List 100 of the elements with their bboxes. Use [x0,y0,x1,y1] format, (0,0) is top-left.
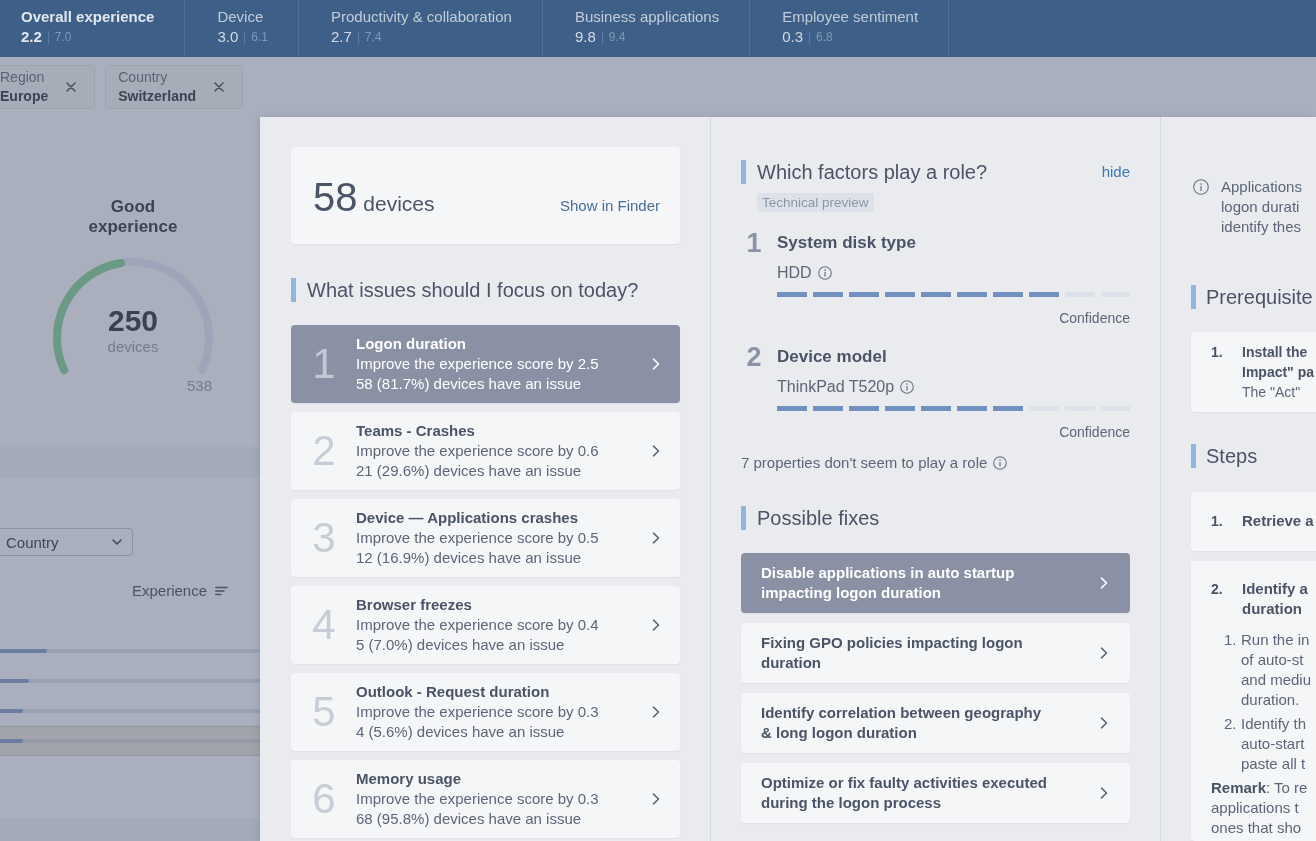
fix-card[interactable]: Identify correlation between geography & long logon duration [741,693,1130,753]
step-title-line: Impact" pa [1242,363,1314,382]
fix-title: Disable applications in auto startup impacting logon duration [761,563,1016,603]
issue-affected: 68 (95.8%) devices have an issue [356,809,583,829]
issue-impact: Improve the experience score by 0.3 [356,789,600,809]
issue-title: Browser freezes [356,595,473,615]
device-count: 58 devices [313,175,435,219]
issue-title: Memory usage [356,769,463,789]
info-text-line: logon durati [1221,197,1301,217]
chevron-right-icon [652,619,660,631]
step-text-line: The "Act" [1242,383,1302,402]
substep-text-line: Run the in [1241,630,1311,650]
filter-label: Region [0,68,46,87]
issue-title: Outlook - Request duration [356,682,551,702]
chevron-right-icon [1100,647,1108,659]
section-heading: Steps [1191,444,1316,468]
chevron-right-icon [652,358,660,370]
factor-value: HDD [777,263,812,283]
section-heading: What issues should I focus on today? [291,278,680,302]
issue-rank: 1 [311,341,337,387]
issue-title: Device — Applications crashes [356,508,580,528]
fix-card[interactable]: Disable applications in auto startup impacting logon duration [741,553,1130,613]
issue-affected: 5 (7.0%) devices have an issue [356,635,566,655]
issue-title: Teams - Crashes [356,421,476,441]
sort-icon [215,586,228,596]
score-tab[interactable]: Business applications 9.8 9.4 [542,0,751,57]
issue-impact: Improve the experience score by 2.5 [356,354,600,374]
gauge-title: Good experience [87,197,179,237]
issue-impact: Improve the experience score by 0.5 [356,528,600,548]
issue-affected: 12 (16.9%) devices have an issue [356,548,583,568]
info-icon [993,456,1008,470]
step-number: 1. [1211,343,1224,362]
substep-text-line: Identify th [1241,714,1307,734]
section-heading: Possible fixes [741,506,1130,530]
remark-text-line: Remark: To re [1211,778,1309,798]
issue-affected: 58 (81.7%) devices have an issue [356,374,583,394]
close-icon [66,82,77,92]
step-title-line: Retrieve a [1242,511,1314,531]
breakdown-row[interactable] [0,726,260,756]
group-by-dropdown[interactable]: Country [0,528,133,556]
score-tab[interactable]: Productivity & collaboration 2.7 7.4 [298,0,543,57]
chevron-right-icon [1100,577,1108,589]
remark-text-line: ones that sho [1211,818,1303,838]
chevron-right-icon [652,445,660,457]
show-in-finder-link[interactable]: Show in Finder [559,197,660,214]
fix-title: Optimize or fix faulty activities executed during the logon process [761,773,1048,813]
issue-card[interactable]: 1 Logon duration Improve the experience score by 2.5 58 (81.7%) devices have an issue [291,325,680,403]
issue-impact: Improve the experience score by 0.6 [356,441,600,461]
factor-name: Device model [777,346,888,368]
step-title-line: duration [1242,599,1303,619]
fix-card[interactable]: Fixing GPO policies impacting logon duration [741,623,1130,683]
step-number: 1. [1211,512,1224,531]
hide-link[interactable]: hide [1101,162,1130,182]
score-tab[interactable]: Overall experience 2.2 7.0 [0,0,186,57]
info-text-line: identify thes [1221,217,1302,237]
filter-value: Europe [0,87,49,106]
substep-text-line: auto-start [1241,734,1306,754]
issue-affected: 4 (5.6%) devices have an issue [356,722,566,742]
chevron-right-icon [652,793,660,805]
chevron-down-icon [112,539,122,545]
chevron-right-icon [1100,787,1108,799]
fix-card[interactable]: Optimize or fix faulty activities executed during the logon process [741,763,1130,823]
issue-impact: Improve the experience score by 0.4 [356,615,600,635]
chevron-right-icon [652,532,660,544]
step-title-line: Identify a [1242,579,1308,599]
substep-text-line: and mediu [1241,670,1312,690]
step-title-line: Install the [1242,343,1309,362]
issue-title: Logon duration [356,334,467,354]
factor-rank: 2 [745,345,763,374]
substep-text-line: of auto-st [1241,650,1305,670]
issue-affected: 21 (29.6%) devices have an issue [356,461,583,481]
remove-filter-button[interactable] [214,82,225,92]
filter-value: Switzerland [118,87,197,106]
chevron-right-icon [1100,717,1108,729]
info-text-line: Applications [1221,177,1302,197]
chevron-right-icon [652,706,660,718]
confidence-label: Confidence [1059,309,1130,327]
factors-note: 7 properties don't seem to play a role [741,453,988,473]
remark-text-line: applications t [1211,798,1300,818]
remove-filter-button[interactable] [66,82,77,92]
confidence-label: Confidence [1059,423,1130,441]
substep-text-line: duration. [1241,690,1301,710]
section-heading: Which factors play a role? [741,160,988,184]
preview-badge: Technical preview [757,193,874,212]
substep-number: 2. [1224,714,1238,734]
gauge-value: 250 [107,304,159,338]
filter-label: Country [118,68,169,87]
factor-value: ThinkPad T520p [777,377,895,397]
sort-button[interactable]: Experience [131,582,228,600]
issue-impact: Improve the experience score by 0.3 [356,702,600,722]
score-tab[interactable]: Employee sentiment 0.3 6.8 [750,0,950,57]
score-tab[interactable]: Device 3.0 6.1 [185,0,299,57]
factor-rank: 1 [745,231,763,260]
substep-number: 1. [1224,630,1238,650]
fix-title: Identify correlation between geography & long logon duration [761,703,1043,743]
substep-text-line: paste all t [1241,754,1307,774]
close-icon [214,82,225,92]
factor-name: System disk type [777,232,917,254]
section-heading: Prerequisite [1191,285,1316,309]
step-number: 2. [1211,580,1224,599]
